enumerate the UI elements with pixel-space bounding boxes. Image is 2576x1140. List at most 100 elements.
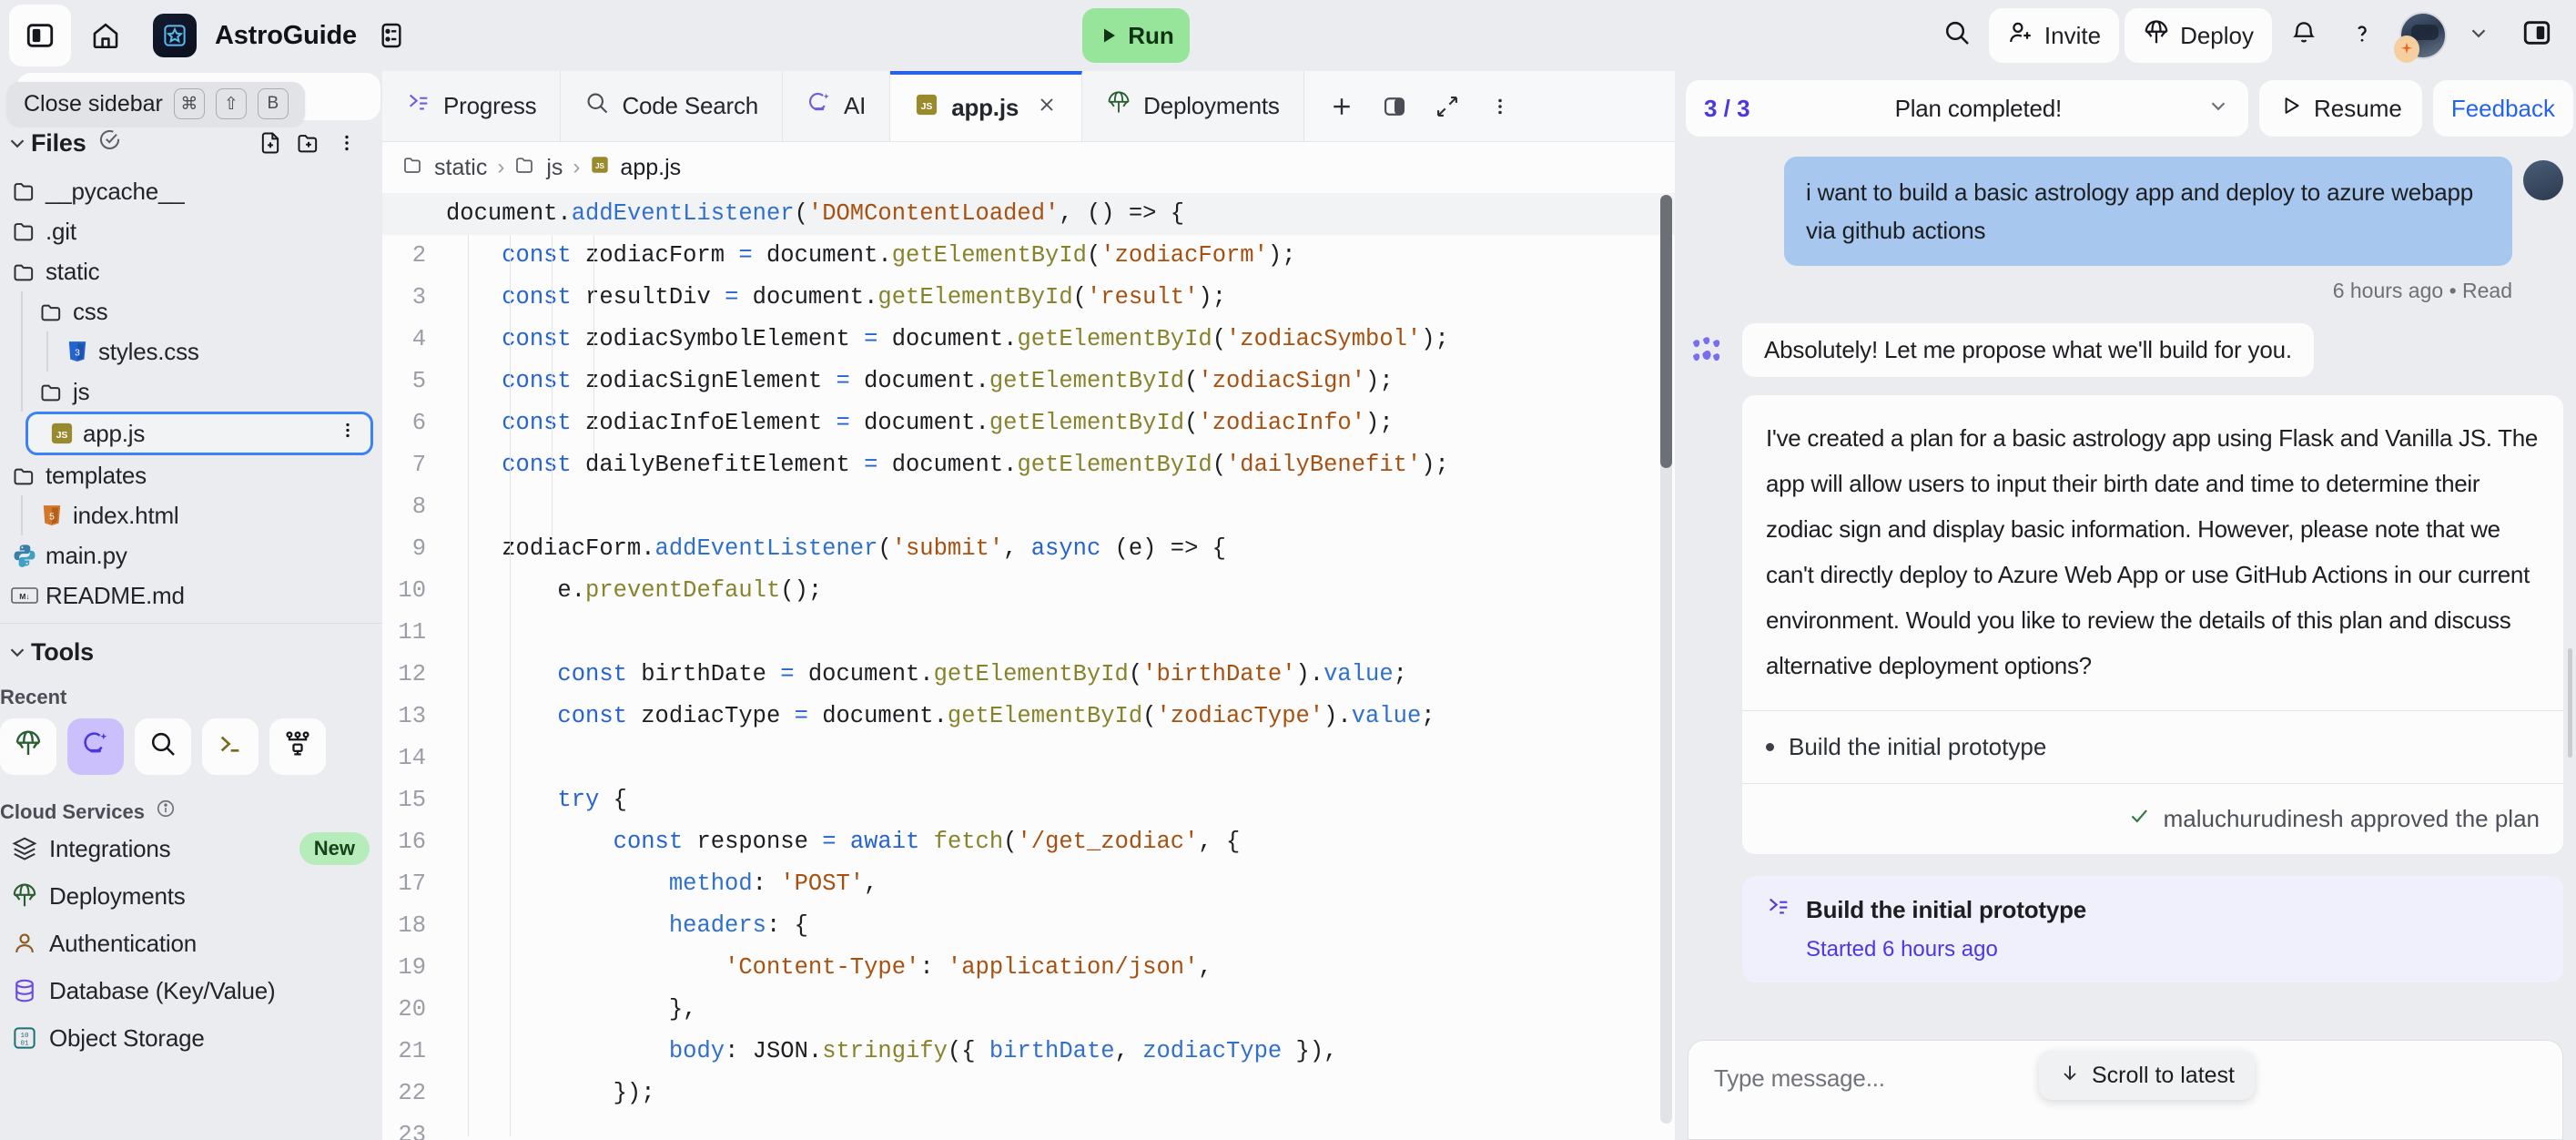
breadcrumb-item[interactable]: js bbox=[546, 155, 563, 181]
tools-section-header[interactable]: Tools bbox=[0, 631, 382, 673]
file-row-static[interactable]: static bbox=[0, 251, 382, 291]
run-button[interactable]: Run bbox=[1082, 8, 1190, 63]
panel-right-icon bbox=[2521, 17, 2552, 55]
folder-icon bbox=[4, 178, 46, 204]
expand-button[interactable] bbox=[1423, 82, 1472, 131]
code-line[interactable]: try { bbox=[446, 779, 1675, 821]
file-more-button[interactable] bbox=[338, 421, 358, 447]
avatar[interactable] bbox=[2394, 12, 2447, 63]
cloud-service-label: Authentication bbox=[49, 929, 197, 957]
plan-status-bar[interactable]: 3 / 3 Plan completed! bbox=[1686, 80, 2248, 137]
file-row-main-py[interactable]: main.py bbox=[0, 535, 382, 575]
global-search-button[interactable] bbox=[1931, 9, 1983, 62]
code-line[interactable]: 'Content-Type': 'application/json', bbox=[446, 947, 1675, 989]
file-row-git[interactable]: .git bbox=[0, 211, 382, 251]
invite-button[interactable]: Invite bbox=[1988, 8, 2120, 63]
file-row-app-js[interactable]: JS app.js bbox=[25, 412, 373, 455]
notes-button[interactable] bbox=[360, 5, 422, 66]
new-folder-button[interactable] bbox=[289, 124, 328, 162]
split-pane-button[interactable] bbox=[1370, 82, 1419, 131]
code-line[interactable]: zodiacForm.addEventListener('submit', as… bbox=[446, 528, 1675, 570]
cloud-service-integrations[interactable]: Integrations New bbox=[0, 825, 382, 872]
code-line[interactable]: const response = await fetch('/get_zodia… bbox=[446, 821, 1675, 863]
tool-search-button[interactable] bbox=[135, 718, 191, 775]
file-label: app.js bbox=[83, 419, 146, 447]
scroll-to-latest-button[interactable]: Scroll to latest bbox=[2039, 1051, 2256, 1100]
resume-button[interactable]: Resume bbox=[2259, 80, 2422, 137]
feedback-button[interactable]: Feedback bbox=[2432, 80, 2574, 137]
tool-deployments-button[interactable] bbox=[0, 718, 56, 775]
code-line[interactable]: const birthDate = document.getElementByI… bbox=[446, 654, 1675, 696]
user-message-row: i want to build a basic astrology app an… bbox=[1688, 157, 2563, 266]
code-line[interactable]: const zodiacType = document.getElementBy… bbox=[446, 696, 1675, 738]
code-line[interactable] bbox=[446, 738, 1675, 779]
chevron-down-icon[interactable] bbox=[2206, 94, 2230, 124]
file-row-css-folder[interactable]: css bbox=[0, 291, 382, 331]
deploy-button[interactable]: Deploy bbox=[2125, 8, 2272, 63]
tab-progress[interactable]: Progress bbox=[382, 71, 562, 141]
code-editor[interactable]: 1234567891011121314151617181920212223242… bbox=[382, 193, 1675, 1140]
sidebar-toggle-button[interactable] bbox=[9, 5, 71, 66]
code-line[interactable]: const zodiacSignElement = document.getEl… bbox=[446, 361, 1675, 402]
file-row-styles-css[interactable]: 3 styles.css bbox=[0, 331, 382, 372]
code-line[interactable]: body: JSON.stringify({ birthDate, zodiac… bbox=[446, 1031, 1675, 1073]
task-card[interactable]: Build the initial prototype Started 6 ho… bbox=[1742, 876, 2563, 982]
tab-ai[interactable]: AI bbox=[783, 71, 891, 141]
breadcrumb-item[interactable]: app.js bbox=[620, 155, 681, 181]
code-line[interactable]: const dailyBenefitElement = document.get… bbox=[446, 444, 1675, 486]
profile-chevron-button[interactable] bbox=[2452, 9, 2505, 62]
right-panel-toggle-button[interactable] bbox=[2510, 9, 2563, 62]
code-line[interactable]: const resultDiv = document.getElementByI… bbox=[446, 277, 1675, 319]
add-tab-button[interactable] bbox=[1317, 82, 1366, 131]
info-icon[interactable] bbox=[156, 799, 176, 825]
file-row-readme-md[interactable]: M↓ README.md bbox=[0, 575, 382, 616]
code-line[interactable]: headers: { bbox=[446, 905, 1675, 947]
line-number: 4 bbox=[411, 326, 426, 352]
code-line[interactable]: }); bbox=[446, 1073, 1675, 1115]
tool-ai-button[interactable] bbox=[67, 718, 124, 775]
home-button[interactable] bbox=[75, 5, 137, 66]
file-row-js-folder[interactable]: js bbox=[0, 372, 382, 412]
file-row-index-html[interactable]: 5 index.html bbox=[0, 495, 382, 535]
tool-git-button[interactable] bbox=[269, 718, 326, 775]
chat-scrollbar[interactable] bbox=[2568, 648, 2572, 758]
file-row-pycache[interactable]: __pycache__ bbox=[0, 171, 382, 211]
code-line[interactable]: e.preventDefault(); bbox=[446, 570, 1675, 612]
code-line[interactable]: document.addEventListener('DOMContentLoa… bbox=[382, 193, 1675, 235]
code-line[interactable]: }, bbox=[446, 989, 1675, 1031]
bullet-icon bbox=[1766, 743, 1774, 751]
code-lines[interactable]: document.addEventListener('DOMContentLoa… bbox=[382, 193, 1675, 1140]
editor-more-button[interactable] bbox=[1476, 82, 1525, 131]
breadcrumb-separator: › bbox=[573, 155, 581, 179]
tab-app-js[interactable]: JS app.js bbox=[890, 71, 1083, 141]
code-line[interactable]: const zodiacSymbolElement = document.get… bbox=[446, 319, 1675, 361]
new-file-button[interactable] bbox=[251, 124, 289, 162]
tab-deployments[interactable]: Deployments bbox=[1082, 71, 1304, 141]
git-branch-icon bbox=[283, 729, 312, 765]
files-section-header[interactable]: Files bbox=[0, 122, 382, 164]
editor-scrollbar[interactable] bbox=[1660, 195, 1672, 1124]
cloud-service-deployments[interactable]: Deployments bbox=[0, 872, 382, 920]
line-number: 20 bbox=[398, 996, 426, 1023]
breadcrumb-item[interactable]: static bbox=[434, 155, 487, 181]
notifications-button[interactable] bbox=[2277, 9, 2330, 62]
cloud-service-database[interactable]: Database (Key/Value) bbox=[0, 967, 382, 1014]
resume-label: Resume bbox=[2314, 94, 2402, 122]
cloud-service-object-storage[interactable]: 10 01 Object Storage bbox=[0, 1014, 382, 1062]
code-line[interactable]: const zodiacInfoElement = document.getEl… bbox=[446, 402, 1675, 444]
code-line[interactable]: method: 'POST', bbox=[446, 863, 1675, 905]
approval-label: maluchurudinesh approved the plan bbox=[2163, 805, 2540, 832]
help-button[interactable] bbox=[2336, 9, 2388, 62]
tool-shell-button[interactable] bbox=[202, 718, 259, 775]
code-line[interactable] bbox=[446, 1115, 1675, 1140]
cloud-service-authentication[interactable]: Authentication bbox=[0, 920, 382, 967]
code-line[interactable] bbox=[446, 486, 1675, 528]
code-line[interactable]: const zodiacForm = document.getElementBy… bbox=[446, 235, 1675, 277]
close-icon[interactable] bbox=[1036, 94, 1058, 122]
file-row-templates[interactable]: templates bbox=[0, 455, 382, 495]
tab-code-search[interactable]: Code Search bbox=[561, 71, 784, 141]
files-more-button[interactable] bbox=[328, 124, 366, 162]
folder-open-icon bbox=[31, 379, 73, 404]
code-line[interactable] bbox=[446, 612, 1675, 654]
search-icon bbox=[148, 729, 177, 765]
